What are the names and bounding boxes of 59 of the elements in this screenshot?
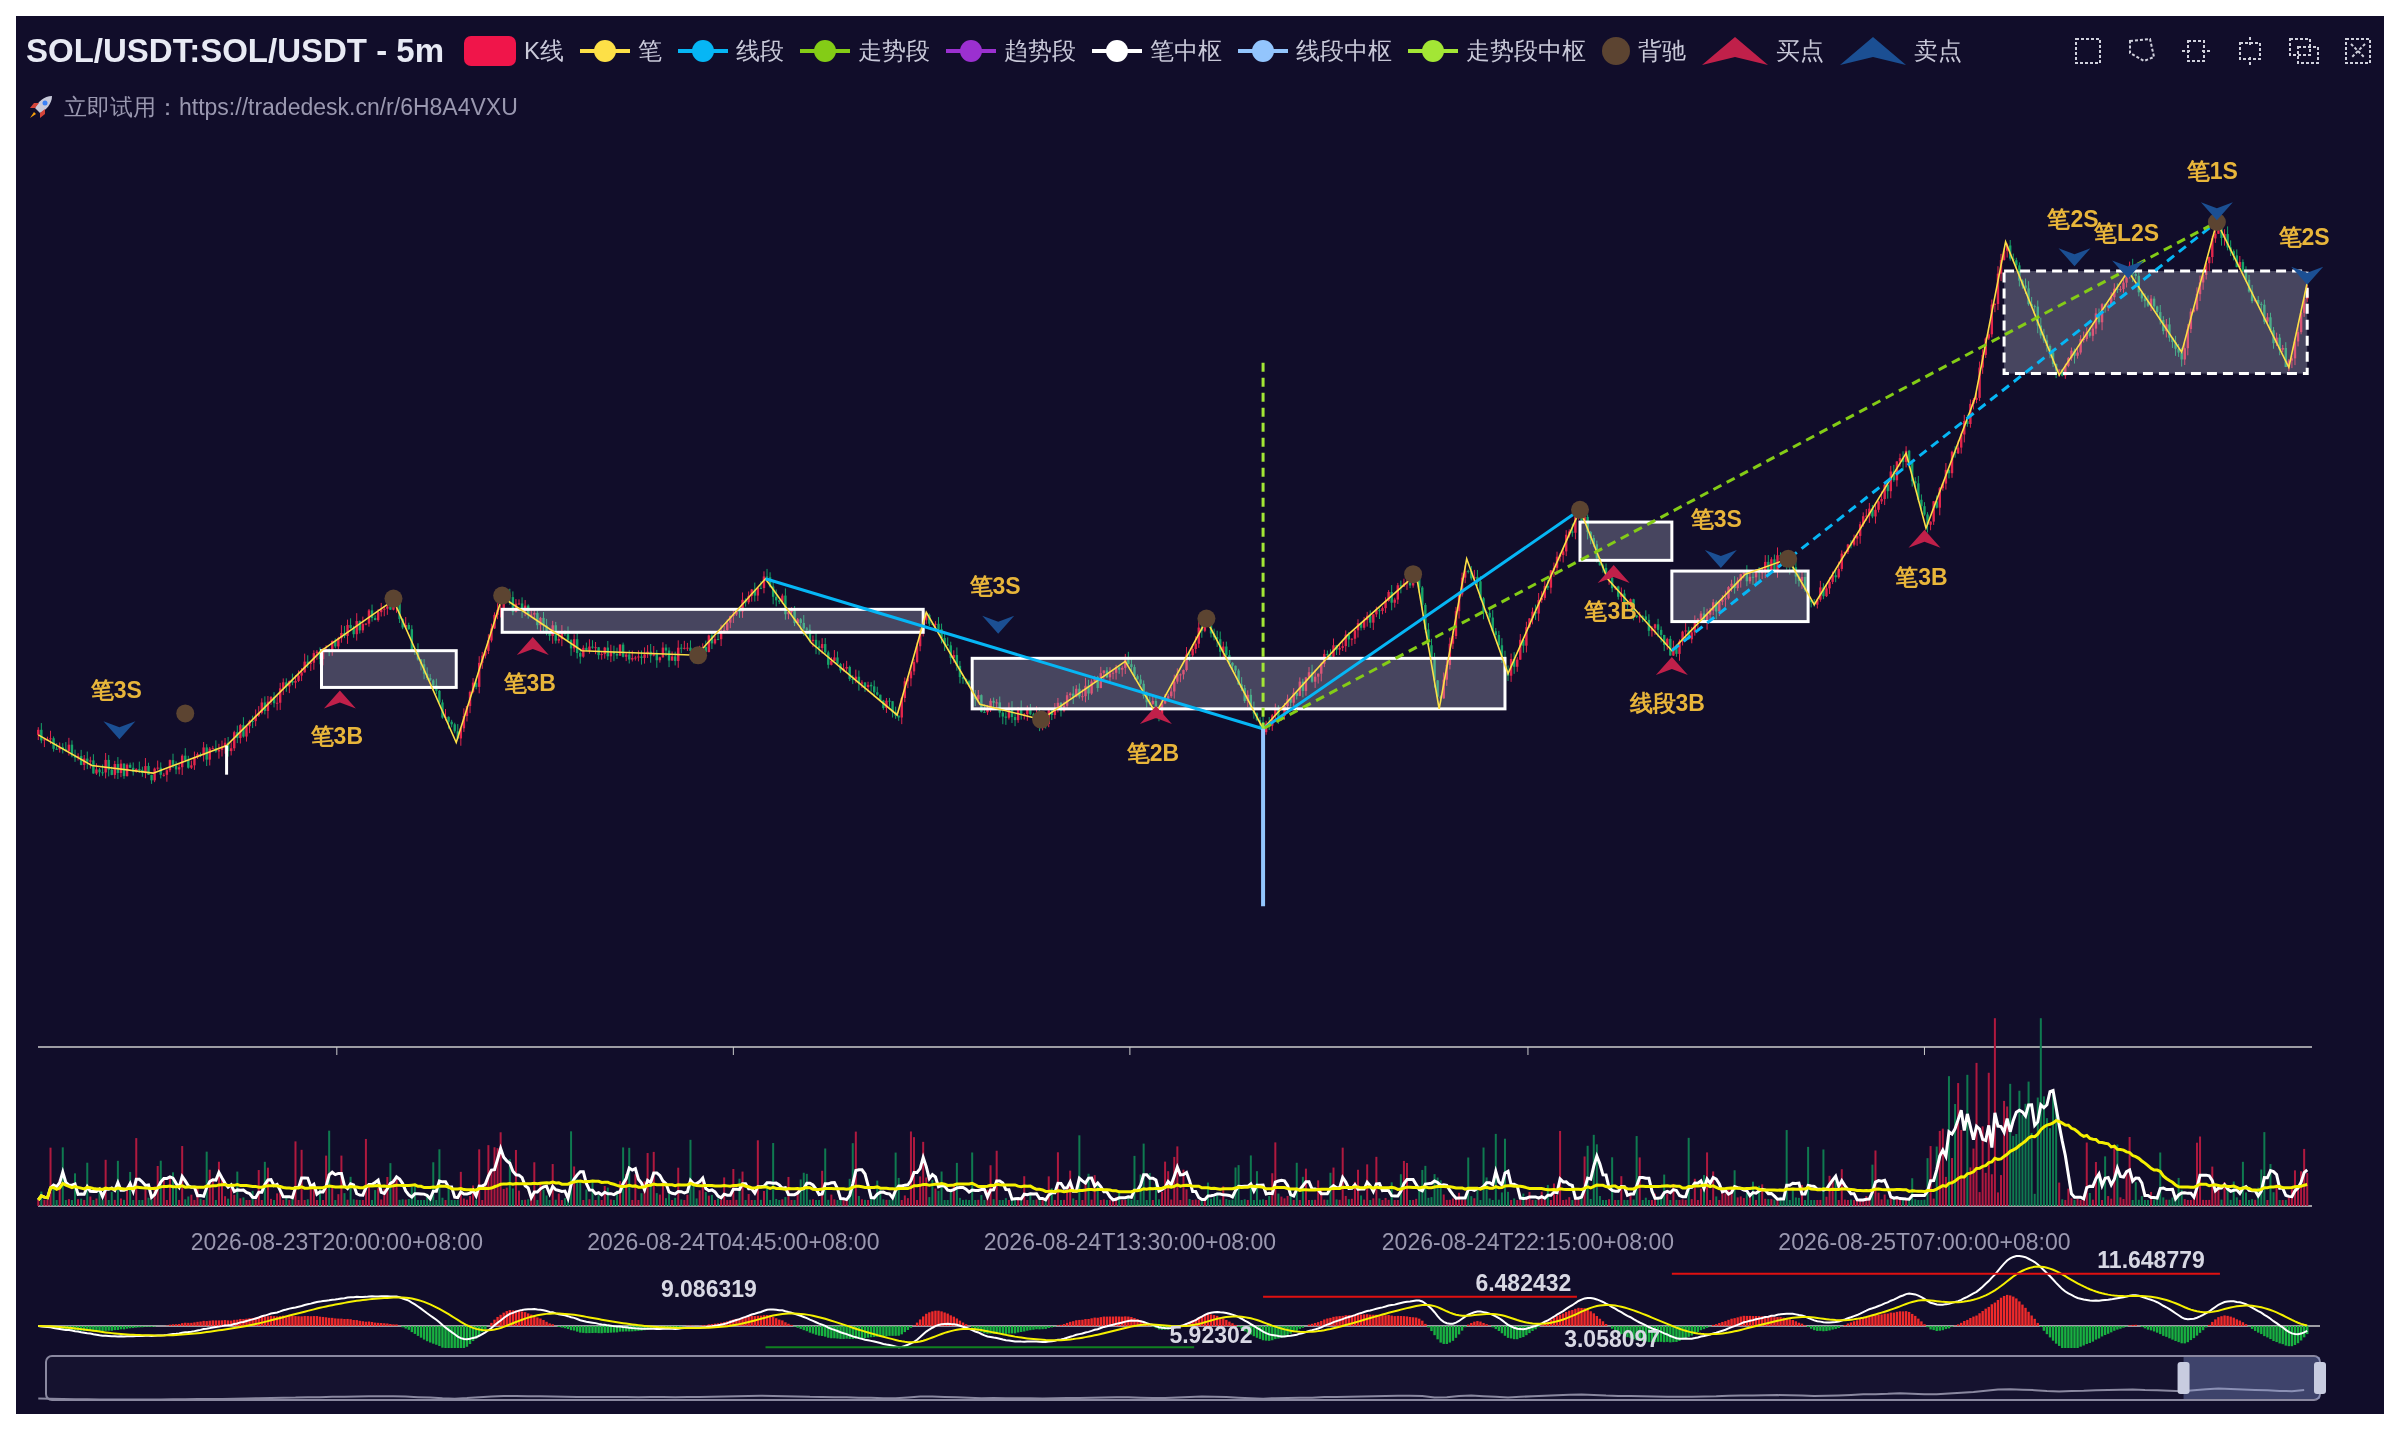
sell-marker-icon [982,615,1015,634]
divergence-dot [1779,549,1798,568]
value-label: 11.648779 [2097,1246,2205,1273]
signal-label: 笔2B [1126,740,1180,767]
signal-label: 笔3S [1690,506,1742,532]
time-label: 2026-08-24T22:15:00+08:00 [1381,1229,1675,1255]
signal-label: 笔3B [1895,564,1948,591]
rocket-icon [28,94,54,120]
buy-marker-icon [1908,529,1941,548]
chart-title: SOL/USDT:SOL/USDT - 5m [26,32,445,70]
sell-marker-icon [2058,248,2091,267]
time-label: 2026-08-25T07:00:00+08:00 [1778,1229,2071,1255]
signal-label: 笔3B [310,723,363,750]
value-label: 6.482432 [1475,1269,1572,1296]
time-label: 2026-08-24T13:30:00+08:00 [983,1229,1276,1255]
sell-marker-icon [2200,202,2233,221]
legend-item[interactable]: 笔中枢 [1092,35,1223,67]
signal-label: 线段3B [1629,689,1705,716]
divergence-dot [1571,500,1589,519]
legend-item[interactable]: 走势段中枢 [1408,35,1587,67]
signal-label: 笔3S [969,573,1021,600]
signal-label: 笔2S [2278,224,2330,251]
value-label: 9.086319 [660,1275,757,1302]
signal-label: 笔3B [503,669,556,696]
divergence-dot [1197,609,1216,628]
divergence-dot [493,586,512,605]
legend-item[interactable]: 笔 [580,35,663,67]
divergence-dot [1404,565,1423,584]
time-label: 2026-08-23T20:00:00+08:00 [190,1229,483,1255]
buy-marker-icon [1655,656,1688,675]
rect-select-button[interactable] [2072,35,2104,67]
legend-item[interactable]: 买点 [1702,35,1825,67]
legend-item[interactable]: 走势段 [800,35,931,67]
time-label: 2026-08-24T04:45:00+08:00 [587,1229,880,1255]
signal-label: 笔3S [90,677,142,704]
slider-handle[interactable] [2314,1362,2326,1394]
legend-item[interactable]: 线段 [678,35,785,67]
legend-item[interactable]: 趋势段 [946,35,1077,67]
sell-marker-icon [2291,266,2324,285]
divergence-dot [1032,710,1051,729]
value-label: 5.92302 [1169,1322,1253,1349]
keep-selection-button[interactable] [2288,35,2320,67]
value-label: 3.058097 [1564,1326,1661,1353]
sell-marker-icon [103,721,136,740]
divergence-dot [176,704,195,723]
divergence-dot [384,589,403,608]
divergence-dot [689,646,708,665]
legend-item[interactable]: 卖点 [1840,35,1963,67]
sell-marker-icon [2112,260,2145,279]
buy-marker-icon [1139,705,1172,724]
buy-marker-icon [1597,565,1630,584]
legend-item[interactable]: 线段中枢 [1238,35,1393,67]
buy-marker-icon [516,637,549,655]
clear-selection-button[interactable] [2342,35,2374,67]
legend-item[interactable]: 背驰 [1602,35,1687,67]
signal-label: 笔1S [2186,158,2238,185]
legend-item[interactable]: K线 [464,35,565,67]
data-zoom-slider[interactable] [37,1355,2326,1401]
promo-link-text[interactable]: 立即试用：https://tradedesk.cn/r/6H8A4VXU [64,91,518,123]
